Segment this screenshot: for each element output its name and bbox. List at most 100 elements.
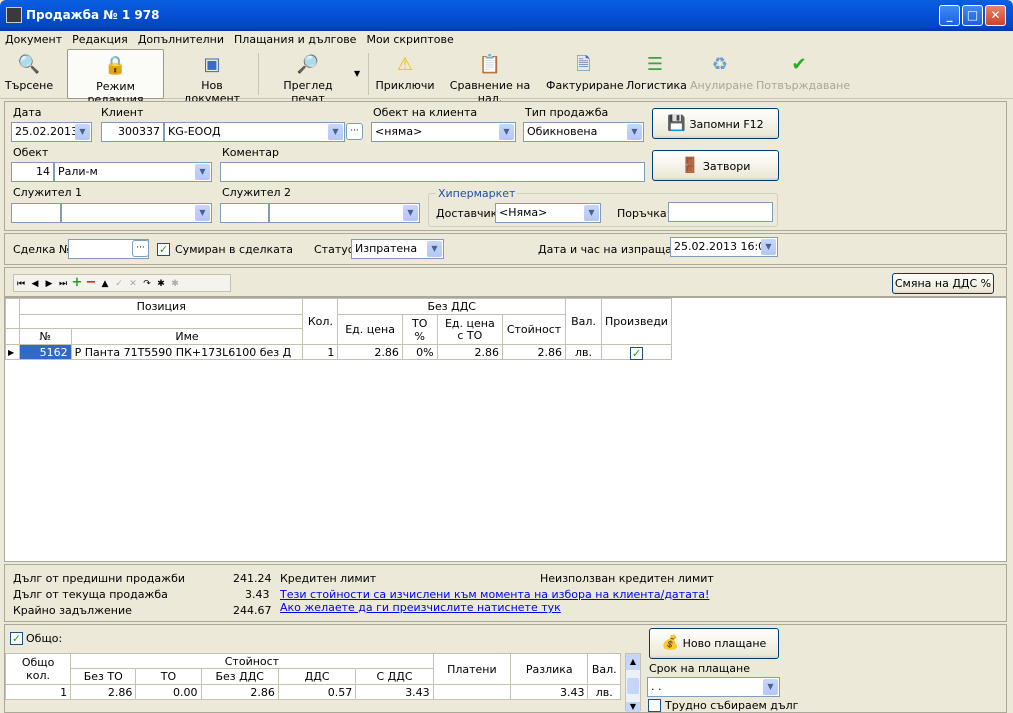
object-code-field[interactable]: 14 <box>11 162 54 182</box>
hard-debt-checkbox[interactable] <box>648 699 661 712</box>
menu-scripts[interactable]: Мои скриптове <box>361 31 458 48</box>
employee1-select[interactable]: ▼ <box>61 203 212 223</box>
recalc-info-link[interactable]: Тези стойности са изчислени към момента … <box>280 588 709 601</box>
client-name-select[interactable]: KG-ЕООД ▼ <box>164 122 345 142</box>
close-button[interactable]: ✕ <box>985 5 1006 26</box>
menu-payments[interactable]: Плащания и дългове <box>229 31 361 48</box>
comment-label: Коментар <box>222 146 279 159</box>
order-label: Поръчка <box>617 207 667 220</box>
total-qty: 1 <box>4 684 72 700</box>
cell-name[interactable]: Р Панта 71Т5590 ПК+173L6100 без Д <box>70 344 304 360</box>
post-icon[interactable]: ✓ <box>112 276 126 292</box>
client-object-label: Обект на клиента <box>373 106 478 119</box>
lock-icon: 🔒 <box>104 55 127 76</box>
table-row[interactable]: ▶ 5162 Р Панта 71Т5590 ПК+173L6100 без Д… <box>5 344 673 360</box>
cancel-doc-button[interactable]: ♻ Анулиране <box>690 49 753 99</box>
totals-table: Общо кол. Стойност Платени Разлика Вал. … <box>4 653 621 700</box>
print-preview-button[interactable]: 🔎 Преглед печат <box>266 49 350 105</box>
menu-edit[interactable]: Редакция <box>67 31 133 48</box>
client-object-select[interactable]: <няма> ▼ <box>371 122 516 142</box>
chevron-down-icon[interactable]: ▼ <box>354 69 360 78</box>
recalc-link[interactable]: Ако желаете да ги преизчислите натиснете… <box>280 601 561 614</box>
scroll-up-icon[interactable]: ▲ <box>626 654 640 670</box>
toolbar-separator <box>368 53 369 95</box>
total-checkbox[interactable]: ✓ <box>10 632 23 645</box>
deal-label: Сделка № <box>13 243 71 256</box>
invoice-button[interactable]: 🗎 Фактуриране <box>546 49 624 99</box>
totals-scrollbar[interactable]: ▲ ▼ <box>625 653 641 712</box>
menu-additional[interactable]: Допълнителни <box>133 31 229 48</box>
search-button[interactable]: 🔍 Търсене <box>4 49 54 99</box>
navigator: ⏮ ◀ ▶ ⏭ + − ▲ ✓ ✕ ↷ ✱ ✱ <box>13 274 231 292</box>
cell-no[interactable]: 5162 <box>18 344 72 360</box>
scroll-thumb[interactable] <box>627 678 639 694</box>
close-form-button[interactable]: 🚪 Затвори <box>652 150 779 181</box>
term-label: Срок на плащане <box>649 662 750 675</box>
save-button[interactable]: 💾 Запомни F12 <box>652 108 779 139</box>
minimize-button[interactable]: _ <box>939 5 960 26</box>
menu-document[interactable]: Документ <box>0 31 67 48</box>
client-browse-button[interactable]: ··· <box>346 123 363 140</box>
cell-produce[interactable]: ✓ <box>600 344 673 360</box>
vat-change-button[interactable]: Смяна на ДДС % <box>892 273 994 294</box>
cell-unit-price-to[interactable]: 2.86 <box>436 344 504 360</box>
paid-header: Платени <box>432 653 512 685</box>
employee2-label: Служител 2 <box>222 186 291 199</box>
summed-checkbox[interactable]: ✓ <box>157 243 170 256</box>
last-record-icon[interactable]: ⏭ <box>56 276 70 292</box>
no-to-header: Без ТО <box>70 668 137 685</box>
employee1-label: Служител 1 <box>13 186 82 199</box>
first-record-icon[interactable]: ⏮ <box>14 276 28 292</box>
cancel-edit-icon[interactable]: ✕ <box>126 276 140 292</box>
produce-header: Произведи <box>600 298 673 345</box>
asterisk-icon[interactable]: ✱ <box>154 276 168 292</box>
term-select[interactable]: . . ▼ <box>647 677 780 697</box>
sale-type-select[interactable]: Обикновена ▼ <box>523 122 644 142</box>
new-payment-button[interactable]: 💰 Ново плащане <box>649 628 779 659</box>
employee2-select[interactable]: ▼ <box>269 203 420 223</box>
refresh-icon[interactable]: ↷ <box>140 276 154 292</box>
cur-debt-value: 3.43 <box>245 588 270 601</box>
maximize-button[interactable]: □ <box>962 5 983 26</box>
cell-to-pct[interactable]: 0% <box>401 344 438 360</box>
row-pointer-icon: ▶ <box>5 344 20 360</box>
up-icon[interactable]: ▲ <box>98 276 112 292</box>
employee1-code-field[interactable] <box>11 203 61 223</box>
cell-currency[interactable]: лв. <box>565 344 602 360</box>
floppy-icon: 💾 <box>667 114 686 132</box>
delete-record-icon[interactable]: − <box>84 275 98 291</box>
prev-record-icon[interactable]: ◀ <box>28 276 42 292</box>
status-select[interactable]: Изпратена ▼ <box>351 239 444 259</box>
total-qty-header: Общо кол. <box>4 653 72 685</box>
confirm-button[interactable]: ✔ Потвърждаване <box>756 49 850 99</box>
cell-value[interactable]: 2.86 <box>502 344 567 360</box>
cell-qty[interactable]: 1 <box>302 344 339 360</box>
client-code-field[interactable]: 300337 <box>101 122 164 142</box>
supplier-select[interactable]: <Няма> ▼ <box>495 203 601 223</box>
compare-button[interactable]: 📋 Сравнение на нал. <box>440 49 540 105</box>
deal-browse-button[interactable]: ··· <box>132 240 149 257</box>
edit-mode-button[interactable]: 🔒 Режим редакция <box>67 49 164 106</box>
cur-debt-label: Дълг от текуща продажба <box>13 588 168 601</box>
filter-icon[interactable]: ✱ <box>168 276 182 292</box>
object-name-select[interactable]: Рали-м ▼ <box>54 162 212 182</box>
next-record-icon[interactable]: ▶ <box>42 276 56 292</box>
order-field[interactable] <box>668 202 773 222</box>
unused-credit-label: Неизползван кредитен лимит <box>540 572 714 585</box>
comment-field[interactable] <box>220 162 645 182</box>
add-record-icon[interactable]: + <box>70 275 84 291</box>
deal-panel <box>4 233 1007 265</box>
new-document-button[interactable]: ▣ Нов документ <box>172 49 252 105</box>
produce-checkbox[interactable]: ✓ <box>629 346 643 360</box>
cell-unit-price[interactable]: 2.86 <box>337 344 403 360</box>
employee2-code-field[interactable] <box>220 203 269 223</box>
recycle-icon: ♻ <box>711 54 729 75</box>
scroll-down-icon[interactable]: ▼ <box>626 702 640 712</box>
send-date-picker[interactable]: 25.02.2013 16:00 ▼ <box>670 237 778 257</box>
logistics-icon: ☰ <box>646 54 664 75</box>
logistics-button[interactable]: ☰ Логистика <box>626 49 687 99</box>
finish-button[interactable]: ⚠ Приключи <box>375 49 435 99</box>
date-picker[interactable]: 25.02.2013 ▼ <box>11 122 92 142</box>
without-vat-header: Без ДДС <box>337 298 567 315</box>
magnifier-icon: 🔍 <box>17 54 41 75</box>
